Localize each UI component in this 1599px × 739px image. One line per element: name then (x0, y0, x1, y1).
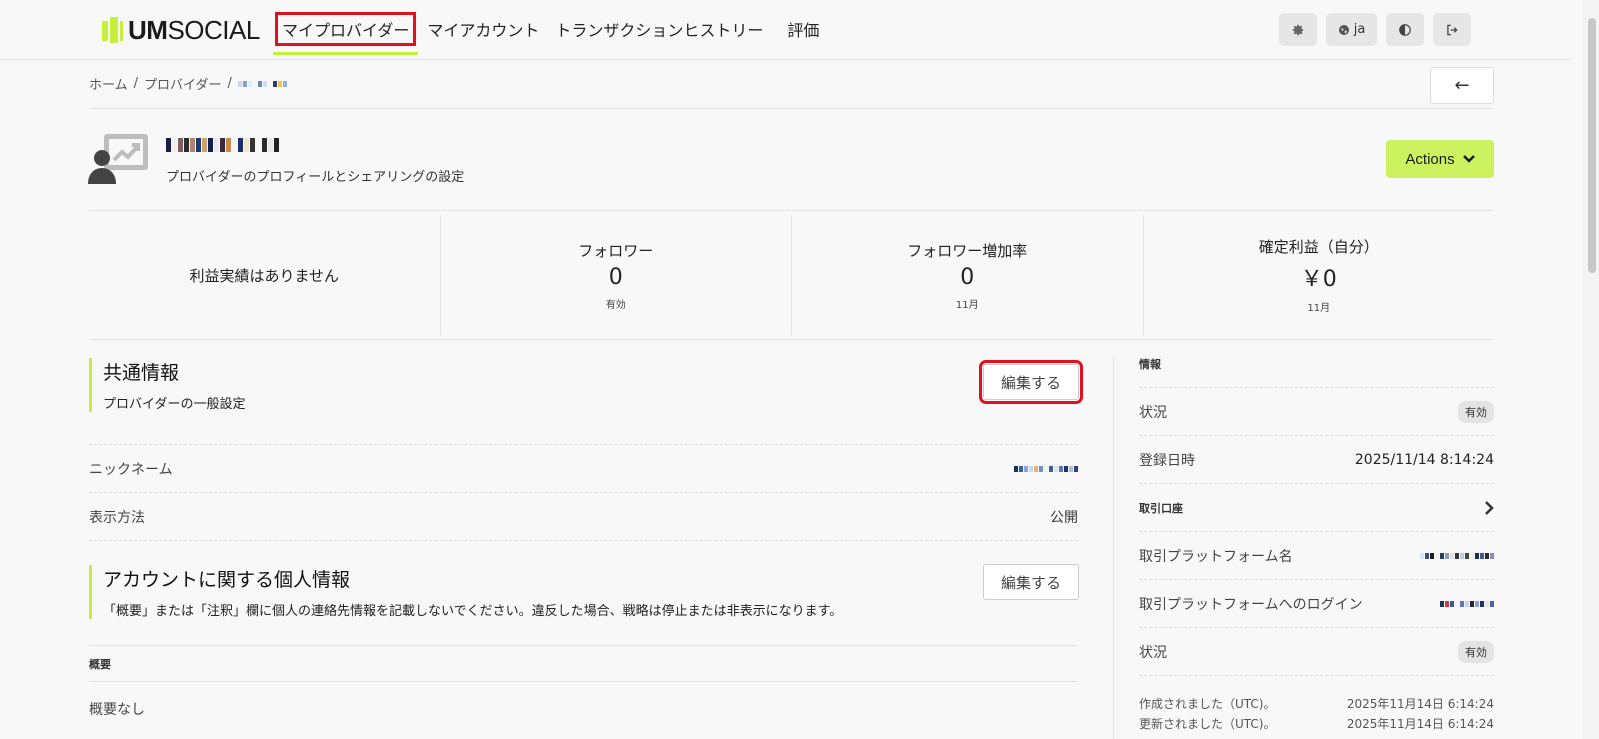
nav-ratings[interactable]: 評価 (780, 0, 826, 60)
trading-account-row[interactable]: 取引口座 (1139, 483, 1494, 531)
breadcrumb-home[interactable]: ホーム (89, 74, 128, 93)
app-logo[interactable]: UMSOCIAL (102, 15, 260, 45)
platform-login-row: 取引プラットフォームへのログイン (1139, 579, 1494, 627)
info-status2-row: 状況 有効 (1139, 627, 1494, 675)
stats-bar: 利益実績はありません フォロワー 0 有効 フォロワー増加率 0 11月 確定利… (89, 210, 1494, 340)
updated-row: 更新されました（UTC)。 2025年11月14日 6:14:24 (1139, 717, 1494, 731)
summary-value: 概要なし (89, 681, 1078, 735)
header-buttons: ja (1279, 13, 1471, 46)
logout-icon (1447, 24, 1458, 35)
nav-transaction-history[interactable]: トランザクションヒストリー (548, 0, 770, 60)
created-row: 作成されました（UTC)。 2025年11月14日 6:14:24 (1139, 697, 1494, 711)
language-button[interactable]: ja (1326, 13, 1377, 46)
logout-button[interactable] (1433, 13, 1471, 46)
settings-button[interactable] (1279, 13, 1317, 46)
nickname-value-redacted (1014, 464, 1078, 474)
provider-subtitle: プロバイダーのプロフィールとシェアリングの設定 (166, 170, 465, 185)
breadcrumb: ホーム / プロバイダー / (89, 74, 287, 93)
language-label: ja (1353, 22, 1366, 37)
main-nav: マイプロバイダー マイアカウント トランザクションヒストリー 評価 (273, 0, 826, 60)
provider-name-redacted (166, 138, 279, 158)
common-info-desc: プロバイダーの一般設定 (103, 397, 246, 412)
stat-follower-growth: フォロワー増加率 0 11月 (792, 215, 1144, 335)
logo-text: UMSOCIAL (128, 14, 260, 45)
edit-common-info-button[interactable]: 編集する (979, 360, 1083, 404)
column-divider (1113, 356, 1114, 739)
top-bar: UMSOCIAL マイプロバイダー マイアカウント トランザクションヒストリー … (0, 0, 1570, 60)
breadcrumb-providers[interactable]: プロバイダー (144, 74, 221, 93)
nav-my-providers[interactable]: マイプロバイダー (273, 0, 419, 60)
theme-toggle-button[interactable] (1386, 13, 1424, 46)
info-panel-title: 情報 (1139, 358, 1161, 371)
personal-info-desc: 「概要」または「注釈」欄に個人の連絡先情報を記載しないでください。違反した場合、… (103, 604, 843, 619)
status-badge: 有効 (1458, 640, 1494, 663)
globe-icon (1338, 24, 1349, 35)
row-display-method: 表示方法 公開 (89, 492, 1078, 540)
logo-mark-icon (102, 17, 124, 43)
platform-login-redacted (1440, 599, 1494, 609)
provider-avatar-icon (88, 134, 148, 184)
chevron-right-icon[interactable] (1484, 500, 1494, 515)
divider (89, 108, 1494, 109)
gear-icon (1292, 24, 1304, 35)
personal-info-title: アカウントに関する個人情報 (103, 569, 351, 591)
platform-name-redacted (1420, 551, 1494, 561)
info-status-row: 状況 有効 (1139, 387, 1494, 435)
scrollbar-track[interactable] (1583, 0, 1599, 739)
summary-header: 概要 (89, 645, 1078, 681)
stat-realized-profit: 確定利益（自分） ￥0 11月 (1258, 238, 1379, 314)
row-nickname: ニックネーム (89, 444, 1078, 492)
divider (89, 540, 1078, 541)
chevron-down-icon (1462, 155, 1475, 163)
stat-no-profit: 利益実績はありません (89, 215, 441, 335)
platform-name-row: 取引プラットフォーム名 (1139, 531, 1494, 579)
common-info-title: 共通情報 (103, 362, 180, 384)
stat-followers: フォロワー 0 有効 (441, 215, 792, 335)
actions-dropdown-button[interactable]: Actions (1386, 140, 1494, 178)
breadcrumb-current-redacted (237, 79, 287, 89)
edit-personal-info-button[interactable]: 編集する (983, 564, 1079, 600)
info-registered-row: 登録日時 2025/11/14 8:14:24 (1139, 435, 1494, 483)
scrollbar-thumb[interactable] (1588, 18, 1596, 273)
contrast-icon (1399, 23, 1411, 36)
back-button[interactable]: ← (1430, 67, 1494, 104)
divider (1139, 675, 1494, 676)
personal-info-header: アカウントに関する個人情報 「概要」または「注釈」欄に個人の連絡先情報を記載しな… (89, 565, 842, 619)
status-badge: 有効 (1458, 400, 1494, 423)
nav-my-account[interactable]: マイアカウント (420, 0, 546, 60)
common-info-header: 共通情報 プロバイダーの一般設定 (89, 358, 245, 412)
